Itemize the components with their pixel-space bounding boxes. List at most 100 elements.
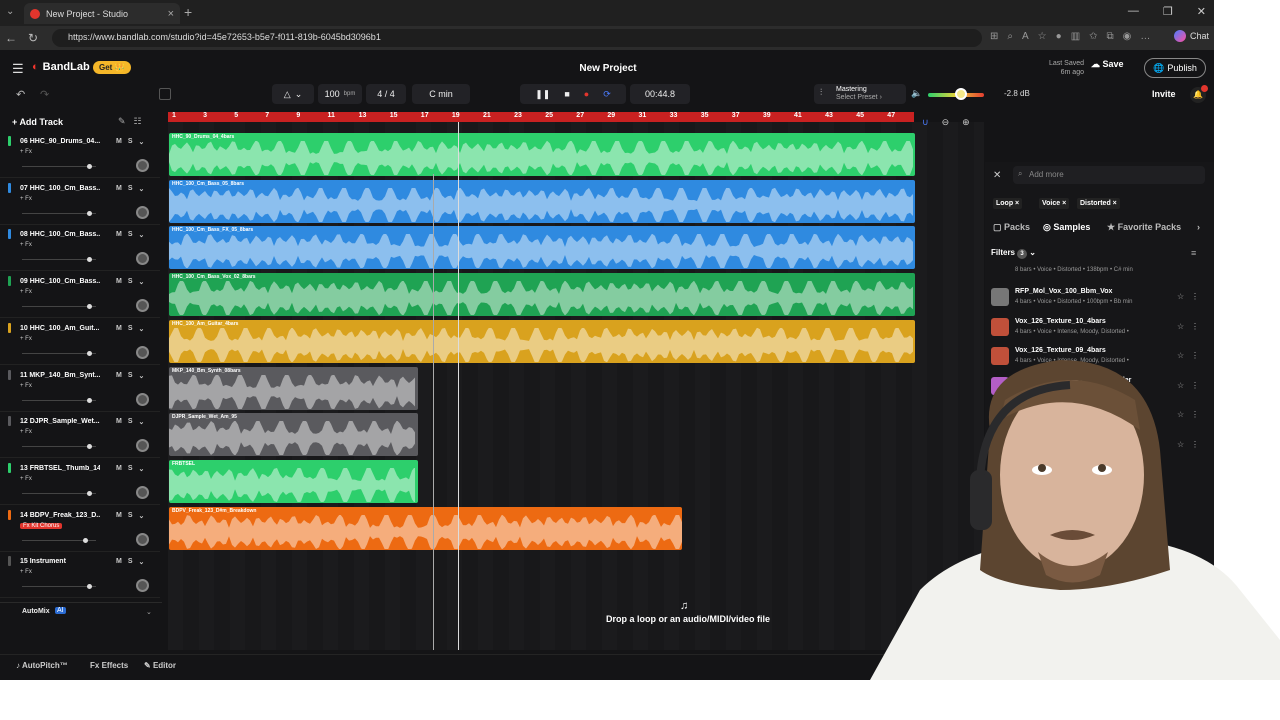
- tab-close-icon[interactable]: ×: [168, 8, 174, 20]
- volume-knob[interactable]: [86, 444, 92, 450]
- url-field[interactable]: https://www.bandlab.com/studio?id=45e726…: [52, 29, 982, 47]
- record-icon[interactable]: ●: [584, 89, 589, 99]
- audio-clip[interactable]: HHC_100_Am_Guitar_4bars: [169, 319, 916, 363]
- track-row[interactable]: 15 Instrument + Fx M S ⌄: [0, 552, 160, 599]
- chevron-down-icon[interactable]: ⌄: [139, 418, 145, 426]
- get-membership-button[interactable]: Get 👑: [93, 61, 131, 74]
- window-close-icon[interactable]: ✕: [1197, 5, 1206, 18]
- bookmark-star-icon[interactable]: ☆: [1038, 31, 1047, 42]
- chevron-down-icon[interactable]: ⌄: [139, 278, 145, 286]
- profile-avatar-icon[interactable]: ◉: [1123, 31, 1132, 42]
- favorites-icon[interactable]: ✩: [1089, 31, 1097, 42]
- track-row[interactable]: 06 HHC_90_Drums_04... + Fx M S ⌄: [0, 132, 160, 178]
- pan-knob[interactable]: [136, 392, 149, 406]
- favorite-star-icon[interactable]: ☆: [1177, 322, 1184, 331]
- chevron-down-icon[interactable]: ⌄: [139, 325, 145, 333]
- track-add-fx[interactable]: + Fx: [20, 242, 32, 248]
- snap-magnet-icon[interactable]: ∪: [922, 117, 929, 128]
- audio-clip[interactable]: HHC_100_Cm_Bass_FX_05_8bars: [169, 226, 916, 270]
- filter-chip-voice[interactable]: Voice ×: [1039, 198, 1070, 209]
- track-add-fx[interactable]: + Fx: [20, 476, 32, 482]
- zoom-out-icon[interactable]: ⊖: [942, 117, 950, 128]
- track-name[interactable]: 11 MKP_140_Bm_Synt...: [20, 372, 100, 379]
- split-screen-icon[interactable]: ▥: [1071, 31, 1080, 42]
- back-icon[interactable]: ←: [0, 31, 22, 45]
- sample-thumbnail[interactable]: [991, 317, 1009, 336]
- mute-button[interactable]: M: [116, 138, 122, 146]
- save-button[interactable]: ☁ Save: [1091, 59, 1124, 70]
- filter-chip-distorted[interactable]: Distorted ×: [1077, 198, 1120, 209]
- pan-knob[interactable]: [136, 485, 149, 499]
- loop-icon[interactable]: ⟳: [603, 89, 611, 100]
- track-row[interactable]: 14 BDPV_Freak_123_D... Fx Kit Chorus M S ⌄: [0, 506, 160, 552]
- key-field[interactable]: C min: [412, 84, 470, 104]
- track-name[interactable]: 13 FRBTSEL_Thumb_14...: [20, 465, 100, 472]
- more-options-icon[interactable]: ⋮: [1191, 322, 1199, 331]
- reload-icon[interactable]: ↻: [22, 31, 44, 45]
- pan-knob[interactable]: [136, 205, 149, 219]
- volume-knob[interactable]: [86, 304, 92, 310]
- track-volume-slider[interactable]: [22, 444, 96, 450]
- tune-icon[interactable]: ☷: [134, 116, 142, 127]
- master-volume-knob[interactable]: [955, 88, 967, 100]
- mute-button[interactable]: M: [116, 185, 122, 193]
- mute-button[interactable]: M: [116, 558, 122, 566]
- track-volume-slider[interactable]: [22, 164, 96, 169]
- track-volume-slider[interactable]: [22, 257, 96, 263]
- notifications-bell-icon[interactable]: 🔔: [1190, 85, 1208, 103]
- solo-button[interactable]: S: [128, 418, 133, 426]
- track-volume-slider[interactable]: [22, 397, 96, 403]
- solo-button[interactable]: S: [128, 278, 133, 286]
- tab-favorite-packs[interactable]: ★ Favorite Packs: [1107, 222, 1181, 233]
- new-tab-icon[interactable]: +: [184, 4, 192, 20]
- loop-region-icon[interactable]: [159, 88, 171, 100]
- solo-button[interactable]: S: [128, 138, 133, 146]
- track-add-fx[interactable]: + Fx: [20, 336, 32, 342]
- playhead[interactable]: [458, 122, 459, 650]
- mute-button[interactable]: M: [116, 372, 122, 380]
- hamburger-menu-icon[interactable]: ☰: [12, 61, 24, 77]
- volume-knob[interactable]: [86, 584, 92, 590]
- track-volume-slider[interactable]: [22, 584, 96, 590]
- track-volume-slider[interactable]: [22, 537, 96, 543]
- track-add-fx[interactable]: + Fx: [20, 289, 32, 295]
- mute-button[interactable]: M: [116, 231, 122, 239]
- filters-button[interactable]: Filters 3 ⌄: [991, 248, 1036, 259]
- read-aloud-icon[interactable]: A: [1022, 31, 1029, 42]
- mute-button[interactable]: M: [116, 418, 122, 426]
- tab-list-chevron-icon[interactable]: ⌄: [6, 6, 14, 17]
- volume-knob[interactable]: [86, 210, 92, 216]
- audio-clip[interactable]: HHC_90_Drums_04_4bars: [169, 133, 916, 176]
- time-signature-field[interactable]: 4 / 4: [366, 84, 406, 104]
- mute-button[interactable]: M: [116, 465, 122, 473]
- track-row[interactable]: 13 FRBTSEL_Thumb_14... + Fx M S ⌄: [0, 459, 160, 505]
- project-title[interactable]: New Project: [560, 63, 656, 74]
- effects-button[interactable]: Fx Effects: [90, 661, 128, 670]
- add-track-button[interactable]: + Add Track: [12, 117, 63, 127]
- track-name[interactable]: 07 HHC_100_Cm_Bass...: [20, 185, 100, 192]
- undo-icon[interactable]: ↶: [16, 88, 25, 101]
- track-add-fx[interactable]: + Fx: [20, 149, 32, 155]
- solo-button[interactable]: S: [128, 231, 133, 239]
- chevron-down-icon[interactable]: ⌄: [139, 185, 145, 193]
- chevron-down-icon[interactable]: ⌄: [139, 558, 145, 566]
- chevron-down-icon[interactable]: ⌄: [139, 372, 145, 380]
- audio-clip[interactable]: FRBTSEL: [169, 459, 418, 503]
- timeline-ruler[interactable]: 1 3 5 7 9 11 13 15 17 19 21 23 25 27 29 31 33 35 37 39 41 43 4…: [168, 112, 914, 122]
- collections-icon[interactable]: ⧉: [1107, 31, 1114, 42]
- track-add-fx[interactable]: + Fx: [20, 196, 32, 202]
- pan-knob[interactable]: [136, 159, 149, 172]
- volume-knob[interactable]: [86, 257, 92, 263]
- chevron-down-icon[interactable]: ⌄: [139, 465, 145, 473]
- more-icon[interactable]: …: [1140, 31, 1150, 42]
- track-add-fx[interactable]: + Fx: [20, 429, 32, 435]
- volume-knob[interactable]: [86, 397, 92, 403]
- mic-icon[interactable]: ●: [1056, 31, 1062, 42]
- autopitch-button[interactable]: ♪ AutoPitch™: [16, 661, 68, 670]
- chevron-right-icon[interactable]: ›: [1197, 222, 1200, 232]
- volume-icon[interactable]: 🔈: [911, 88, 922, 99]
- track-fx-badge[interactable]: Fx Kit Chorus: [20, 522, 63, 529]
- maximize-icon[interactable]: ❐: [1163, 5, 1173, 18]
- track-add-fx[interactable]: + Fx: [20, 569, 32, 575]
- panel-close-icon[interactable]: ✕: [993, 170, 1001, 181]
